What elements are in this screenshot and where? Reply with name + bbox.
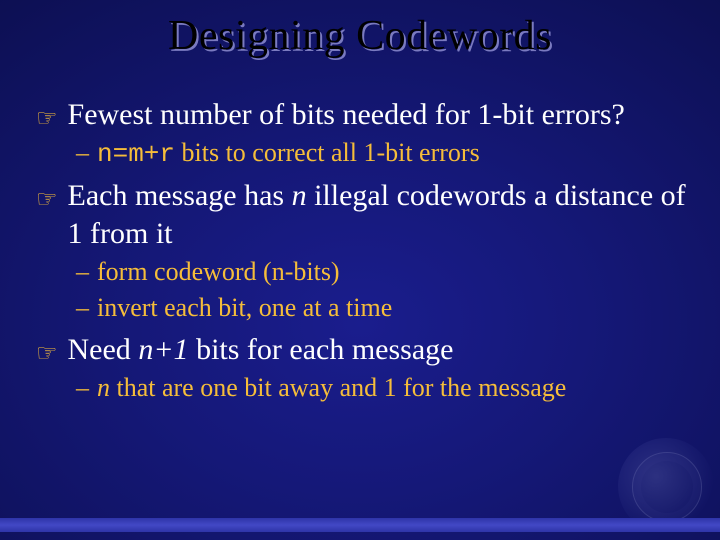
dash-icon: – — [76, 371, 89, 405]
italic-span: n — [97, 373, 110, 402]
bullet-text: Need n+1 bits for each message — [68, 331, 454, 369]
bullet-text: form codeword (n-bits) — [97, 255, 340, 289]
text-span: that are one bit away and 1 for the mess… — [110, 373, 566, 402]
slide-content: ☞ Fewest number of bits needed for 1-bit… — [36, 90, 690, 407]
italic-span: n+1 — [138, 333, 188, 366]
bullet-level1: ☞ Fewest number of bits needed for 1-bit… — [36, 96, 690, 134]
text-span: Need — [68, 333, 139, 366]
code-span: n=m+r — [97, 139, 175, 169]
dash-icon: – — [76, 291, 89, 325]
pointing-hand-icon: ☞ — [36, 183, 58, 217]
bullet-level2: – invert each bit, one at a time — [76, 291, 690, 325]
bullet-text: invert each bit, one at a time — [97, 291, 392, 325]
pointing-hand-icon: ☞ — [36, 337, 58, 371]
text-span: Each message has — [68, 179, 292, 212]
bullet-level2: – form codeword (n-bits) — [76, 255, 690, 289]
bullet-level1: ☞ Need n+1 bits for each message — [36, 331, 690, 369]
footer-bar — [0, 518, 720, 532]
pointing-hand-icon: ☞ — [36, 102, 58, 136]
bullet-level2: – n that are one bit away and 1 for the … — [76, 371, 690, 405]
slide: Designing Codewords ☞ Fewest number of b… — [0, 0, 720, 540]
bullet-level2: – n=m+r bits to correct all 1-bit errors — [76, 136, 690, 171]
bullet-text: Each message has n illegal codewords a d… — [68, 177, 690, 253]
italic-span: n — [292, 179, 307, 212]
slide-title: Designing Codewords — [0, 12, 720, 60]
dash-icon: – — [76, 255, 89, 289]
text-span: bits to correct all 1-bit errors — [175, 138, 480, 167]
bullet-text: n that are one bit away and 1 for the me… — [97, 371, 566, 405]
bullet-text: n=m+r bits to correct all 1-bit errors — [97, 136, 480, 171]
text-span: bits for each message — [189, 333, 454, 366]
dash-icon: – — [76, 136, 89, 170]
bullet-text: Fewest number of bits needed for 1-bit e… — [68, 96, 625, 134]
bullet-level1: ☞ Each message has n illegal codewords a… — [36, 177, 690, 253]
